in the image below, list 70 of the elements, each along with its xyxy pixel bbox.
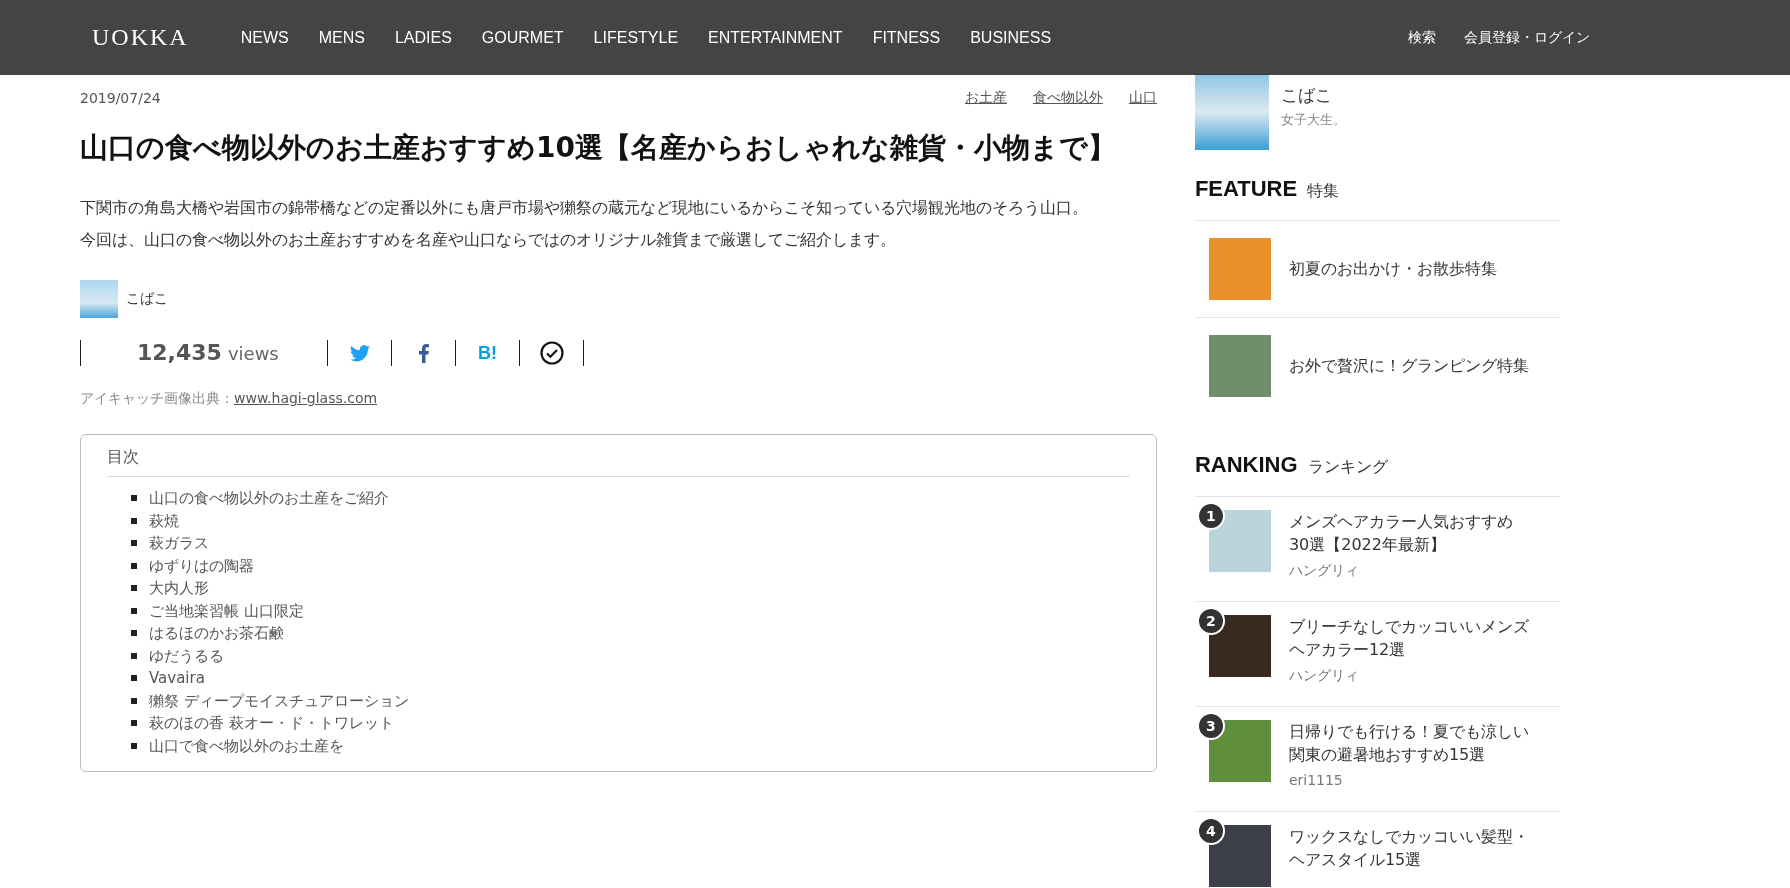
tag-link[interactable]: お土産	[964, 89, 1007, 107]
toc-link[interactable]: Vavaira	[149, 667, 205, 690]
bullet-icon	[131, 540, 137, 547]
bullet-icon	[131, 607, 137, 614]
author-name: ハングリィ	[1288, 667, 1360, 685]
section-subheading: 特集	[1307, 181, 1340, 202]
section-subheading: ランキング	[1307, 457, 1388, 478]
bullet-icon	[131, 697, 137, 704]
article-intro: 下関市の角島大橋や岩国市の錦帯橋などの定番以外にも唐戸市場や獺祭の蔵元など現地にいるからこそ知っている穴場観光地のそろう山口。 今回は、山口の食べ物以外のお土産おすすめを名産や山口ならではのオリジナル雑貨まで厳選してご紹介します。	[80, 198, 1089, 251]
login-link[interactable]: 会員登録・ログイン	[1464, 28, 1590, 47]
feature-link[interactable]: 初夏のお出かけ・お散歩特集	[1288, 258, 1497, 280]
nav-link[interactable]: MENS	[318, 28, 365, 47]
tag-link[interactable]: 山口	[1128, 89, 1157, 107]
publish-date: 2019/07/24	[80, 90, 161, 106]
nav-link[interactable]: LIFESTYLE	[593, 28, 679, 47]
bird-icon[interactable]	[349, 344, 370, 362]
rank-badge: 3	[1196, 712, 1225, 740]
rank-badge: 4	[1196, 817, 1225, 845]
author-bio: 女子大生。	[1280, 111, 1346, 129]
toc-link[interactable]: 萩焼	[149, 509, 179, 532]
toc-link[interactable]: はるほのかお茶石鹸	[149, 622, 284, 645]
nav-link[interactable]: GOURMET	[481, 28, 564, 47]
bullet-icon	[131, 742, 137, 749]
toc-link[interactable]: 大内人形	[149, 577, 209, 600]
ranking-link[interactable]: ワックスなしでカッコいい髪型・ヘアスタイル15選	[1288, 825, 1529, 871]
facebook-f-icon[interactable]	[418, 343, 429, 363]
check-circle-icon[interactable]	[539, 341, 564, 365]
avatar-photo-placeholder	[80, 280, 118, 318]
toc-title: 目次	[107, 447, 1130, 477]
toc-link[interactable]: 萩ガラス	[149, 532, 209, 555]
bullet-icon	[131, 675, 137, 682]
section-heading: FEATURE	[1194, 176, 1298, 202]
author-name[interactable]: こばこ	[1280, 84, 1346, 107]
bullet-icon	[131, 652, 137, 659]
rank-badge: 1	[1196, 502, 1225, 530]
section-heading: RANKING	[1194, 452, 1298, 478]
ranking-link[interactable]: ブリーチなしでカッコいいメンズヘアカラー12選	[1288, 615, 1529, 661]
view-count: 12,435	[137, 340, 222, 366]
feature-link[interactable]: お外で贅沢に！グランピング特集	[1288, 355, 1529, 377]
bullet-icon	[131, 630, 137, 637]
nav-link[interactable]: BUSINESS	[970, 28, 1052, 47]
toc-link[interactable]: ゆずりはの陶器	[149, 554, 254, 577]
ranking-link[interactable]: メンズヘアカラー人気おすすめ30選【2022年最新】	[1288, 510, 1529, 556]
bullet-icon	[131, 720, 137, 727]
bullet-icon	[131, 585, 137, 592]
toc-link[interactable]: 獺祭 ディープモイスチュアローション	[149, 689, 409, 712]
search-link[interactable]: 検索	[1408, 28, 1436, 47]
tag-link[interactable]: 食べ物以外	[1032, 89, 1103, 107]
nav-link[interactable]: LADIES	[394, 28, 452, 47]
toc-link[interactable]: ゆだうるる	[149, 644, 224, 667]
author-name: eri1115	[1288, 772, 1344, 788]
nav-link[interactable]: NEWS	[240, 28, 289, 47]
rank-badge: 2	[1196, 607, 1225, 635]
toc-link[interactable]: 萩のほの香 萩オー・ド・トワレット	[149, 712, 394, 735]
nav-link[interactable]: ENTERTAINMENT	[708, 28, 843, 47]
bullet-icon	[131, 562, 137, 569]
ranking-link[interactable]: 日帰りでも行ける！夏でも涼しい関東の避暑地おすすめ15選	[1288, 720, 1529, 766]
source-link[interactable]: www.hagi-glass.com	[234, 390, 378, 406]
toc-link[interactable]: 山口の食べ物以外のお土産をご紹介	[149, 487, 389, 510]
author-name[interactable]: こばこ	[126, 290, 168, 308]
site-logo[interactable]: UOKKA	[92, 24, 189, 51]
image-credit: アイキャッチ画像出典：www.hagi-glass.com	[80, 390, 378, 406]
toc-link[interactable]: 山口で食べ物以外のお土産を	[149, 734, 344, 757]
article-title: 山口の食べ物以外のお土産おすすめ10選【名産からおしゃれな雑貨・小物まで】	[80, 130, 1117, 166]
views-label: views	[227, 342, 279, 366]
bullet-icon	[131, 517, 137, 524]
author-name: ハングリィ	[1288, 562, 1360, 580]
bullet-icon	[131, 495, 137, 502]
nav-link[interactable]: FITNESS	[872, 28, 941, 47]
toc-link[interactable]: ご当地楽習帳 山口限定	[149, 599, 304, 622]
